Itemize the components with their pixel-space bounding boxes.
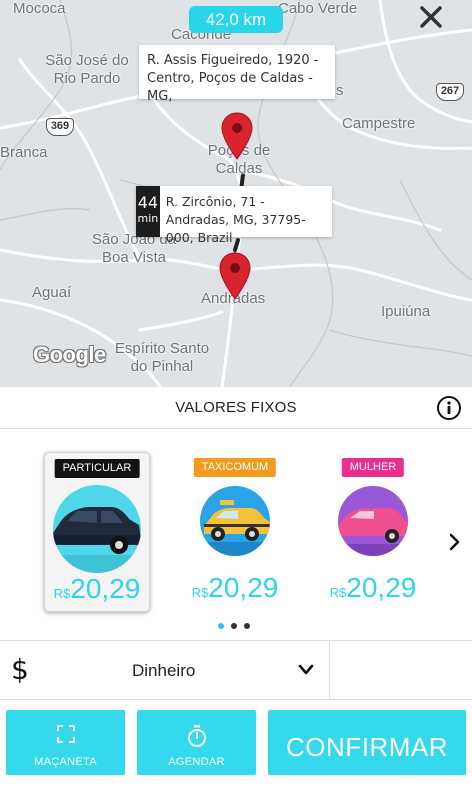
highway-shield-369: 369 (46, 118, 74, 136)
city-label-sao-jose: São José do Rio Pardo (42, 52, 132, 88)
panel-title: VALORES FIXOS (175, 399, 297, 416)
fullscreen-icon (56, 725, 75, 743)
car-price-mulher: R$20,29 (320, 572, 426, 604)
map-view[interactable]: Mococa Cabo Verde Caconde São José do Ri… (0, 0, 472, 387)
city-label-espirito-line2: do Pinhal (130, 358, 194, 375)
agendar-label: AGENDAR (168, 756, 225, 768)
fare-panel-header: VALORES FIXOS (0, 387, 472, 429)
macaneta-button[interactable]: MAÇANETA (6, 710, 125, 775)
agendar-button[interactable]: AGENDAR (137, 710, 256, 775)
payment-extra-slot[interactable] (330, 641, 472, 701)
confirm-button[interactable]: CONFIRMAR (268, 710, 466, 775)
app: Mococa Cabo Verde Caconde São José do Ri… (0, 0, 472, 800)
city-label-espirito-santo: Espírito Santo do Pinhal (106, 340, 218, 376)
price-value: 20,29 (346, 572, 417, 603)
eta-value: 44 (137, 193, 159, 212)
close-icon[interactable] (416, 2, 446, 32)
car-price-taxicomum: R$20,29 (182, 572, 288, 604)
macaneta-label: MAÇANETA (34, 756, 97, 768)
price-value: 20,29 (70, 573, 141, 604)
car-option-particular[interactable]: PARTICULAR R$20,29 (44, 452, 150, 612)
payment-method-row: $ Dinheiro (0, 640, 472, 701)
car-category-carousel[interactable]: PARTICULAR R$20,29 TAXICOMUM R$20,29 MUL… (0, 430, 472, 640)
payment-method-select[interactable]: Dinheiro (0, 641, 329, 701)
city-label-sao-joao-line2: Boa Vista (102, 249, 166, 266)
chevron-right-icon[interactable] (446, 530, 464, 554)
city-label-ipuiuna: Ipuiúna (381, 303, 431, 320)
distance-badge: 42,0 km (189, 6, 283, 33)
eta-badge: 44 min (136, 186, 160, 237)
car-mulher-icon (338, 486, 408, 556)
car-badge-particular: PARTICULAR (54, 459, 140, 478)
currency-label: R$ (53, 586, 71, 601)
destination-address-text: R. Zircônio, 71 - Andradas, MG, 37795-00… (165, 194, 306, 245)
confirm-label: CONFIRMAR (286, 732, 448, 762)
car-badge-mulher: MULHER (341, 458, 405, 477)
info-icon[interactable] (436, 395, 462, 421)
currency-label: R$ (329, 585, 347, 600)
origin-address-text: R. Assis Figueiredo, 1920 - Centro, Poço… (147, 53, 319, 104)
city-label-branca: Branca (0, 144, 48, 161)
city-label-s-fragment: s (336, 82, 344, 99)
city-label-cabo-verde: Cabo Verde (278, 0, 358, 17)
car-taxicomum-icon (200, 486, 270, 556)
page-dot[interactable] (244, 623, 250, 629)
origin-pin-icon[interactable] (220, 112, 254, 160)
page-dot[interactable] (218, 623, 224, 629)
payment-method-label: Dinheiro (132, 661, 196, 680)
highway-shield-267: 267 (436, 83, 464, 101)
city-label-mococa: Mococa (13, 0, 66, 17)
car-option-taxicomum[interactable]: TAXICOMUM R$20,29 (182, 452, 288, 612)
city-label-sao-jose-line1: São José do (45, 52, 129, 69)
city-label-espirito-line1: Espírito Santo (114, 340, 210, 357)
car-badge-taxicomum: TAXICOMUM (193, 458, 277, 477)
city-label-pocos-line2: Caldas (215, 160, 263, 177)
google-attribution: Google (33, 342, 106, 367)
car-price-particular: R$20,29 (45, 573, 149, 605)
city-label-aguai: Aguaí (32, 284, 72, 301)
destination-address-box[interactable]: 44 min R. Zircônio, 71 - Andradas, MG, 3… (136, 186, 332, 245)
action-bar: MAÇANETA AGENDAR CONFIRMAR (0, 700, 472, 800)
price-value: 20,29 (208, 572, 279, 603)
eta-unit: min (137, 212, 159, 225)
car-particular-icon (53, 485, 141, 573)
city-label-campestre: Campestre (342, 115, 416, 132)
currency-label: R$ (191, 585, 209, 600)
city-label-sao-jose-line2: Rio Pardo (53, 70, 121, 87)
stopwatch-icon (187, 725, 206, 747)
page-dot[interactable] (231, 623, 237, 629)
car-option-mulher[interactable]: MULHER R$20,29 (320, 452, 426, 612)
origin-address-box[interactable]: R. Assis Figueiredo, 1920 - Centro, Poço… (139, 45, 335, 104)
destination-pin-icon[interactable] (218, 252, 252, 300)
carousel-page-indicator (218, 623, 250, 629)
chevron-down-icon[interactable] (297, 663, 315, 677)
